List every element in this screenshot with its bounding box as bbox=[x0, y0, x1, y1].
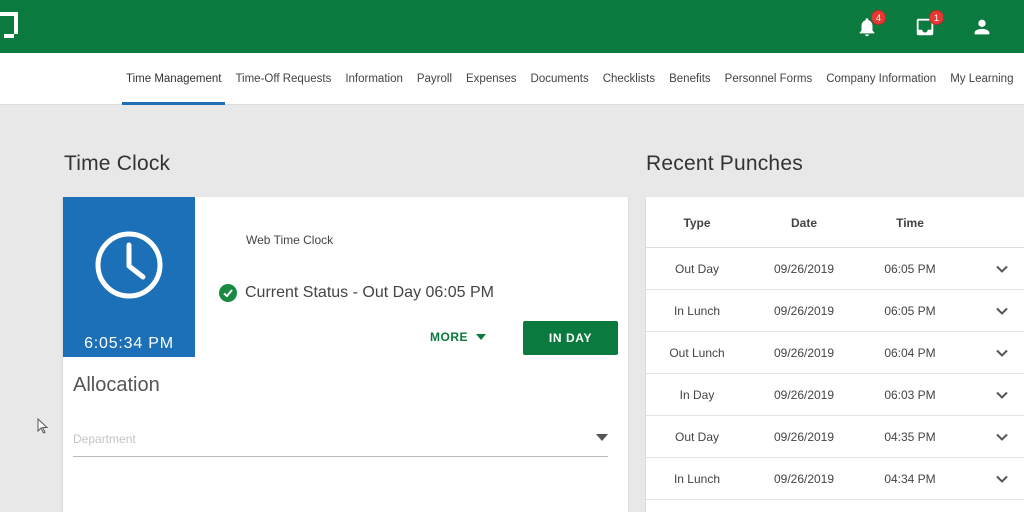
caret-down-icon bbox=[596, 434, 608, 441]
inbox-count-badge: 1 bbox=[929, 10, 944, 25]
punch-date: 09/26/2019 bbox=[773, 388, 835, 402]
tab-time-management[interactable]: Time Management bbox=[122, 53, 226, 105]
recent-punches-table: Type Date Time Out Day 09/26/2019 06:05 PM… bbox=[646, 197, 1024, 512]
check-circle-icon bbox=[219, 284, 237, 302]
more-button[interactable]: MORE bbox=[430, 330, 486, 344]
inbox-button[interactable]: 1 bbox=[912, 10, 944, 40]
tab-documents[interactable]: Documents bbox=[527, 53, 593, 105]
table-row[interactable]: In Lunch 09/26/2019 06:05 PM bbox=[646, 290, 1024, 332]
table-header: Type Date Time bbox=[646, 197, 1024, 248]
time-clock-title: Time Clock bbox=[64, 152, 171, 175]
punch-date: 09/26/2019 bbox=[773, 346, 835, 360]
punch-date: 09/26/2019 bbox=[773, 262, 835, 276]
recent-punches-title: Recent Punches bbox=[646, 152, 803, 175]
tab-expenses[interactable]: Expenses bbox=[462, 53, 521, 105]
punch-type: Out Day bbox=[674, 430, 719, 444]
current-time: 6:05:34 PM bbox=[84, 335, 174, 352]
top-bar: 4 1 bbox=[0, 0, 1024, 53]
punch-date: 09/26/2019 bbox=[773, 430, 835, 444]
chevron-down-icon[interactable] bbox=[995, 346, 1009, 360]
punch-time: 04:35 PM bbox=[884, 430, 936, 444]
column-header-time: Time bbox=[896, 216, 924, 230]
clock-tile: 6:05:34 PM bbox=[63, 197, 195, 357]
chevron-down-icon[interactable] bbox=[995, 388, 1009, 402]
punch-type: Out Day bbox=[674, 262, 719, 276]
current-status: Current Status - Out Day 06:05 PM bbox=[219, 284, 494, 302]
chevron-down-icon[interactable] bbox=[995, 430, 1009, 444]
chevron-down-icon[interactable] bbox=[995, 262, 1009, 276]
column-header-date: Date bbox=[790, 216, 817, 230]
tab-company-information[interactable]: Company Information bbox=[822, 53, 940, 105]
table-row[interactable]: In Day 09/26/2019 06:03 PM bbox=[646, 374, 1024, 416]
punch-type: Out Lunch bbox=[669, 346, 725, 360]
nav-tabs: Time Management Time-Off Requests Informat… bbox=[122, 53, 1023, 105]
punch-time: 06:05 PM bbox=[884, 262, 936, 276]
user-icon bbox=[974, 19, 990, 35]
punch-time: 04:34 PM bbox=[884, 472, 936, 486]
punch-type: In Lunch bbox=[673, 472, 721, 486]
in-day-button[interactable]: IN DAY bbox=[523, 321, 618, 355]
tab-my-learning[interactable]: My Learning bbox=[946, 53, 1017, 105]
main-nav: Time Management Time-Off Requests Informat… bbox=[0, 53, 1024, 105]
tab-information[interactable]: Information bbox=[341, 53, 407, 105]
profile-button[interactable] bbox=[969, 14, 995, 40]
table-row[interactable]: Out Day 09/26/2019 04:35 PM bbox=[646, 416, 1024, 458]
punch-date: 09/26/2019 bbox=[773, 304, 835, 318]
time-clock-card: 6:05:34 PM Web Time Clock Current Status… bbox=[63, 197, 628, 512]
caret-down-icon bbox=[476, 334, 486, 340]
punch-time: 06:03 PM bbox=[884, 388, 936, 402]
table-row[interactable]: Out Lunch 09/26/2019 06:04 PM bbox=[646, 332, 1024, 374]
table-row[interactable]: Out Day 09/26/2019 06:05 PM bbox=[646, 248, 1024, 290]
tab-payroll[interactable]: Payroll bbox=[413, 53, 456, 105]
column-header-type: Type bbox=[683, 216, 711, 230]
department-select[interactable]: Department bbox=[73, 425, 608, 457]
mouse-cursor-icon bbox=[37, 418, 49, 434]
clock-icon bbox=[95, 231, 163, 299]
notifications-button[interactable]: 4 bbox=[854, 10, 886, 40]
punch-date: 09/26/2019 bbox=[773, 472, 835, 486]
notification-count-badge: 4 bbox=[871, 10, 886, 25]
punch-time: 06:05 PM bbox=[884, 304, 936, 318]
table-row[interactable]: In Lunch 09/26/2019 04:34 PM bbox=[646, 458, 1024, 500]
department-placeholder: Department bbox=[73, 432, 136, 446]
current-status-text: Current Status - Out Day 06:05 PM bbox=[245, 284, 494, 301]
tab-time-off-requests[interactable]: Time-Off Requests bbox=[231, 53, 335, 105]
logo-icon[interactable] bbox=[0, 12, 18, 38]
punch-time: 06:04 PM bbox=[884, 346, 936, 360]
chevron-down-icon[interactable] bbox=[995, 304, 1009, 318]
punch-type: In Day bbox=[679, 388, 715, 402]
tab-personnel-forms[interactable]: Personnel Forms bbox=[721, 53, 817, 105]
more-label: MORE bbox=[430, 330, 468, 344]
web-time-clock-label: Web Time Clock bbox=[246, 233, 334, 247]
allocation-title: Allocation bbox=[73, 374, 160, 396]
tab-checklists[interactable]: Checklists bbox=[599, 53, 659, 105]
tab-benefits[interactable]: Benefits bbox=[665, 53, 715, 105]
punch-type: In Lunch bbox=[673, 304, 721, 318]
chevron-down-icon[interactable] bbox=[995, 472, 1009, 486]
